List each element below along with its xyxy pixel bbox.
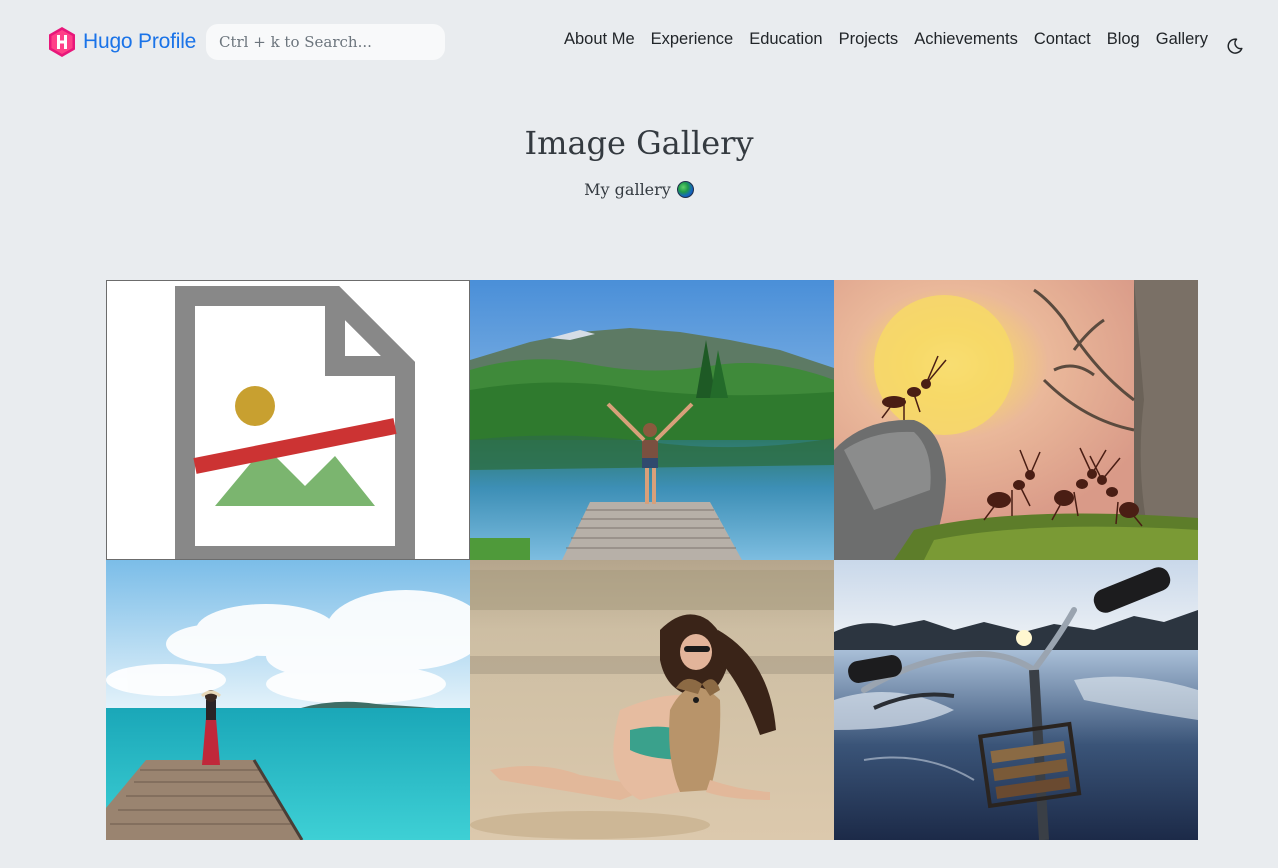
gallery-image-mountain-lake[interactable] — [470, 280, 834, 560]
gallery-image-ants-sunset[interactable] — [834, 280, 1198, 560]
subtitle-text: My gallery — [584, 180, 671, 199]
nav-link-about-me[interactable]: About Me — [564, 30, 635, 49]
page-title: Image Gallery — [524, 124, 754, 162]
nav-link-blog[interactable]: Blog — [1107, 30, 1140, 49]
nav-link-contact[interactable]: Contact — [1034, 30, 1091, 49]
broken-image-icon — [175, 286, 415, 559]
nav-link-projects[interactable]: Projects — [839, 30, 899, 49]
brand-name: Hugo Profile — [83, 30, 197, 53]
nav-link-experience[interactable]: Experience — [651, 30, 734, 49]
search-input[interactable]: Ctrl + k to Search... — [206, 24, 445, 60]
nav-link-gallery[interactable]: Gallery — [1156, 30, 1208, 49]
navbar: Hugo Profile Ctrl + k to Search... About… — [0, 0, 1278, 84]
nav-link-achievements[interactable]: Achievements — [914, 30, 1018, 49]
gallery-image-sea-pier[interactable] — [106, 560, 470, 840]
hugo-logo-icon — [49, 27, 75, 57]
gallery-image-broken[interactable] — [106, 280, 470, 560]
gallery-image-bicycle-ice[interactable] — [834, 560, 1198, 840]
image-gallery — [106, 280, 1198, 840]
page-subtitle: My gallery — [0, 180, 1278, 199]
brand-link[interactable]: Hugo Profile — [48, 26, 196, 58]
nav-link-education[interactable]: Education — [749, 30, 822, 49]
nav-links: About Me Experience Education Projects A… — [564, 30, 1208, 49]
globe-icon — [676, 181, 694, 198]
search-placeholder: Ctrl + k to Search... — [219, 33, 372, 51]
moon-icon[interactable] — [1226, 37, 1244, 55]
gallery-image-beach-dog[interactable] — [470, 560, 834, 840]
